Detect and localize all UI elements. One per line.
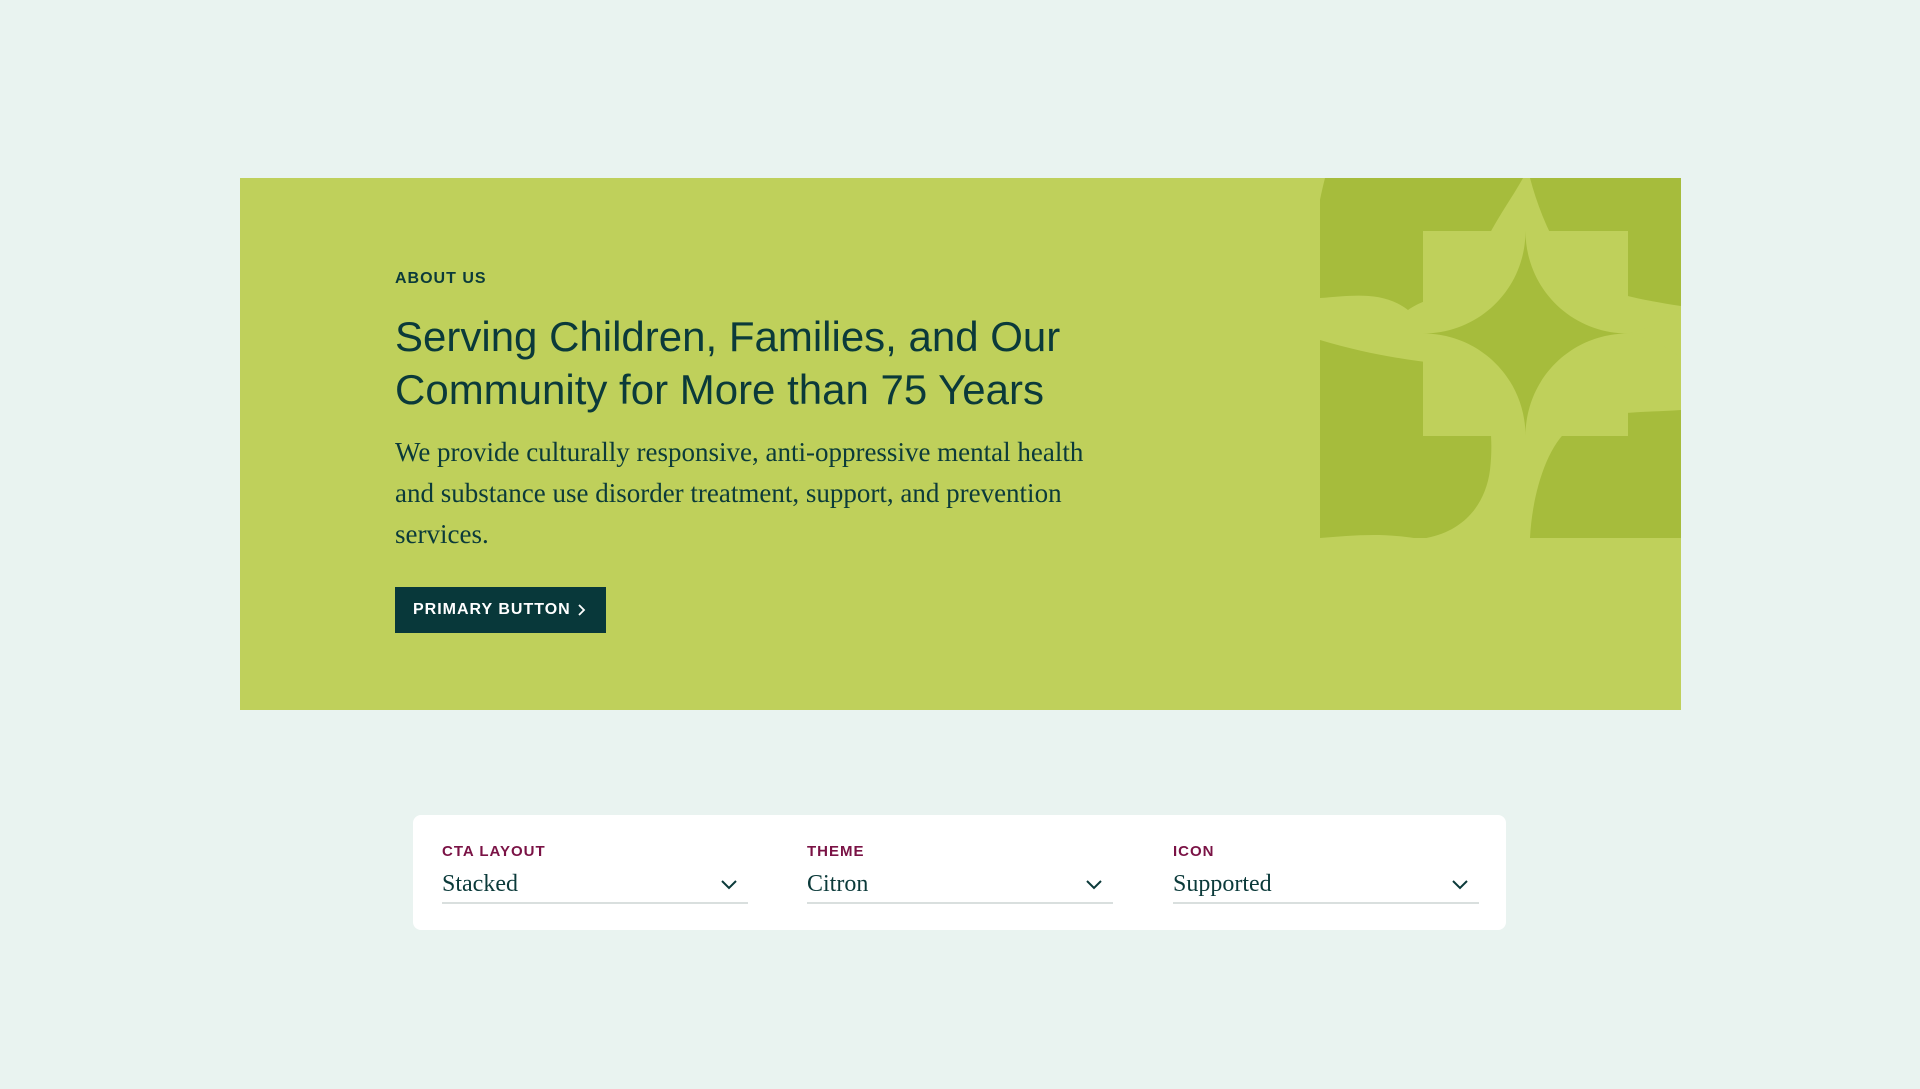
theme-select[interactable]: Citron [807,866,1113,904]
primary-button-label: PRIMARY BUTTON [413,601,571,618]
select-value: Stacked [442,870,518,897]
control-theme: THEME Citron [807,843,1113,904]
chevron-down-icon [721,880,737,890]
control-cta-layout: CTA LAYOUT Stacked [442,843,748,904]
pattern-star-edge [1628,306,1681,358]
chevron-down-icon [1086,880,1102,890]
control-label: ICON [1173,843,1215,860]
control-label: THEME [807,843,865,860]
chevron-down-icon [1452,880,1468,890]
chevron-right-icon [578,604,586,616]
control-label: CTA LAYOUT [442,843,546,860]
cta-content: ABOUT US Serving Children, Families, and… [395,270,1155,633]
primary-button[interactable]: PRIMARY BUTTON [395,587,606,633]
cta-eyebrow: ABOUT US [395,270,487,287]
cta-body: We provide culturally responsive, anti-o… [395,437,1084,549]
icon-select[interactable]: Supported [1173,866,1479,904]
select-value: Supported [1173,870,1272,897]
cta-controls-panel: CTA LAYOUT Stacked THEME Citron ICON Sup… [413,815,1506,930]
cta-layout-select[interactable]: Stacked [442,866,748,904]
cta-headline: Serving Children, Families, and Our Comm… [395,313,1061,413]
cta-banner: ABOUT US Serving Children, Families, and… [240,178,1681,710]
control-icon: ICON Supported [1173,843,1479,904]
quatrefoil-pattern-graphic [1320,178,1681,538]
select-value: Citron [807,870,869,897]
